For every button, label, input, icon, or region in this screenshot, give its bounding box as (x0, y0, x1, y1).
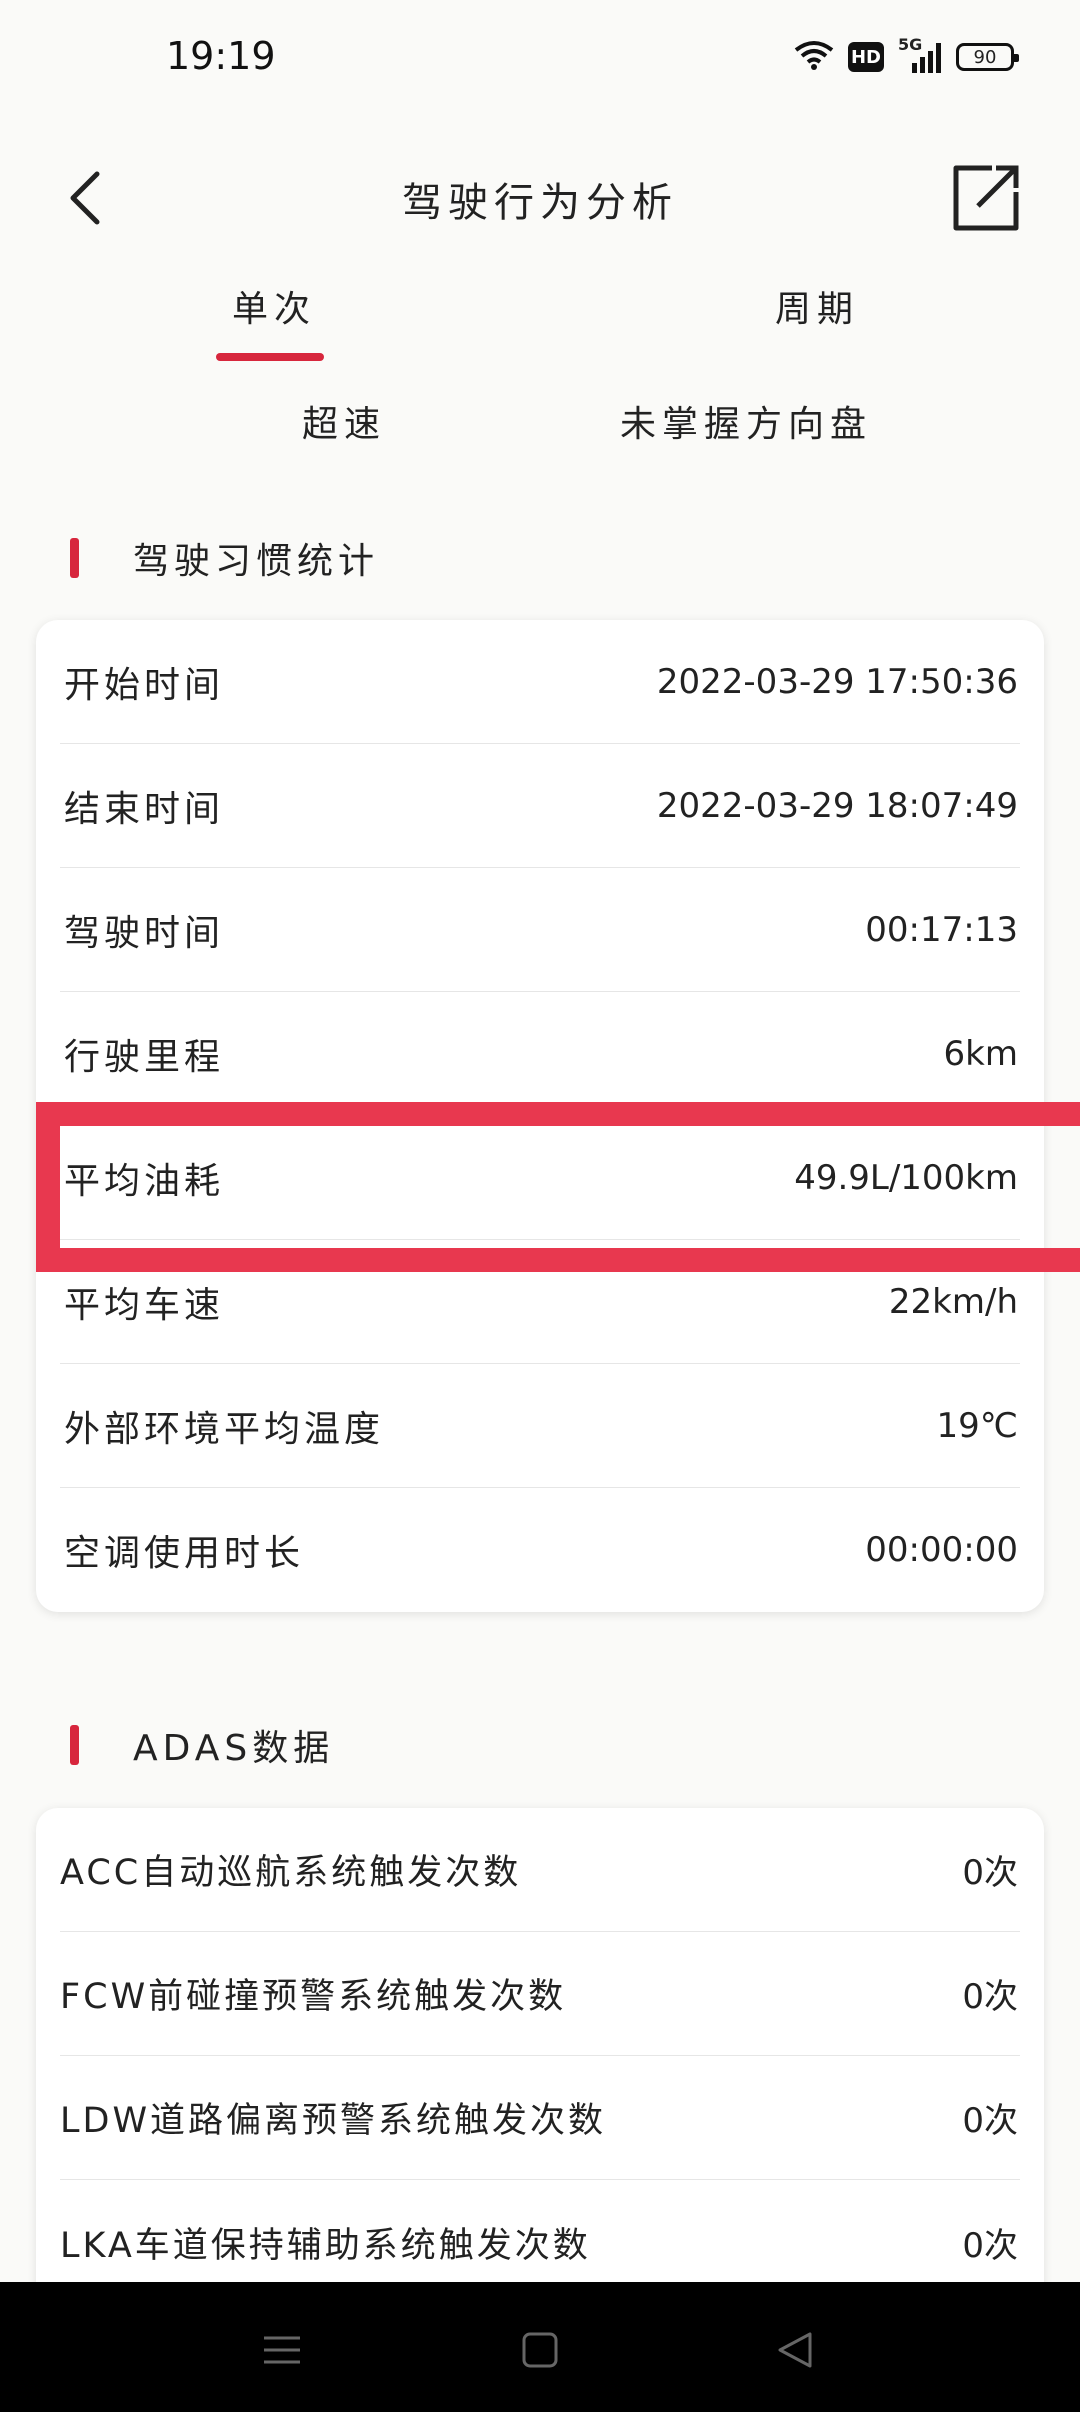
battery-icon: 90 (956, 43, 1019, 71)
page-title: 驾驶行为分析 (402, 180, 678, 226)
header: 驾驶行为分析 (0, 120, 1080, 280)
habits-section-title: 驾驶习惯统计 (133, 541, 380, 582)
signal-icon: 5G (898, 35, 942, 73)
row-label: 平均车速 (64, 1284, 225, 1326)
subtab-no-wheel[interactable]: 未掌握方向盘 (620, 395, 872, 447)
row-label: 开始时间 (64, 664, 225, 706)
status-time: 19:19 (166, 34, 276, 78)
list-item: 平均油耗 49.9L/100km (60, 1116, 1020, 1240)
status-bar: 19:19 HD 5G 90 (0, 0, 1080, 120)
row-value: 0次 (962, 2101, 1018, 2141)
hd-badge: HD (848, 42, 884, 72)
tab-single[interactable]: 单次 (232, 280, 316, 332)
row-value: 2022-03-29 17:50:36 (656, 661, 1018, 702)
status-icons: HD 5G 90 (794, 35, 1019, 74)
section-marker (70, 1725, 79, 1765)
tab-bar: 单次 周期 (0, 260, 1080, 370)
list-item: 结束时间 2022-03-29 18:07:49 (60, 744, 1020, 868)
share-icon[interactable] (944, 156, 1028, 240)
row-label: ACC自动巡航系统触发次数 (60, 1853, 522, 1893)
list-item: FCW前碰撞预警系统触发次数 0次 (60, 1932, 1020, 2056)
row-label: 行驶里程 (64, 1036, 225, 1078)
list-item: 外部环境平均温度 19℃ (60, 1364, 1020, 1488)
list-item: 行驶里程 6km (60, 992, 1020, 1116)
row-value: 6km (943, 1033, 1018, 1074)
section-marker (70, 538, 79, 578)
row-label: LKA车道保持辅助系统触发次数 (60, 2225, 591, 2266)
tab-active-indicator (216, 353, 324, 361)
wifi-icon (794, 40, 834, 74)
habits-section-header: 驾驶习惯统计 (70, 533, 379, 583)
adas-card: ACC自动巡航系统触发次数 0次 FCW前碰撞预警系统触发次数 0次 LDW道路… (36, 1808, 1044, 2304)
row-label: 驾驶时间 (64, 912, 225, 954)
list-item: 驾驶时间 00:17:13 (60, 868, 1020, 992)
row-label: 空调使用时长 (64, 1533, 305, 1574)
row-value: 00:00:00 (865, 1530, 1018, 1570)
adas-section-header: ADAS数据 (70, 1720, 334, 1770)
list-item: 开始时间 2022-03-29 17:50:36 (60, 620, 1020, 744)
row-value: 19℃ (936, 1405, 1018, 1446)
system-nav-bar (0, 2282, 1080, 2412)
list-item: ACC自动巡航系统触发次数 0次 (60, 1808, 1020, 1932)
row-label: 平均油耗 (64, 1160, 225, 1202)
subtab-bar: 超速 未掌握方向盘 (0, 395, 1080, 455)
row-value: 0次 (962, 1853, 1018, 1893)
back-nav-icon[interactable] (768, 2322, 824, 2378)
list-item: 空调使用时长 00:00:00 (60, 1488, 1020, 1612)
row-value: 00:17:13 (865, 909, 1018, 950)
row-value: 0次 (962, 2225, 1018, 2266)
row-label: 结束时间 (64, 788, 225, 830)
row-label: FCW前碰撞预警系统触发次数 (60, 1977, 567, 2017)
row-value: 0次 (962, 1977, 1018, 2017)
home-icon[interactable] (512, 2322, 568, 2378)
row-value: 49.9L/100km (794, 1157, 1018, 1198)
tab-period[interactable]: 周期 (775, 280, 859, 332)
row-label: LDW道路偏离预警系统触发次数 (60, 2101, 607, 2141)
habits-card: 开始时间 2022-03-29 17:50:36 结束时间 2022-03-29… (36, 620, 1044, 1612)
adas-section-title: ADAS数据 (133, 1728, 335, 1769)
subtab-speeding[interactable]: 超速 (302, 395, 386, 447)
row-value: 2022-03-29 18:07:49 (656, 785, 1018, 826)
list-item: 平均车速 22km/h (60, 1240, 1020, 1364)
row-value: 22km/h (888, 1281, 1018, 1322)
list-item: LDW道路偏离预警系统触发次数 0次 (60, 2056, 1020, 2180)
recents-icon[interactable] (254, 2322, 310, 2378)
row-label: 外部环境平均温度 (64, 1408, 385, 1450)
